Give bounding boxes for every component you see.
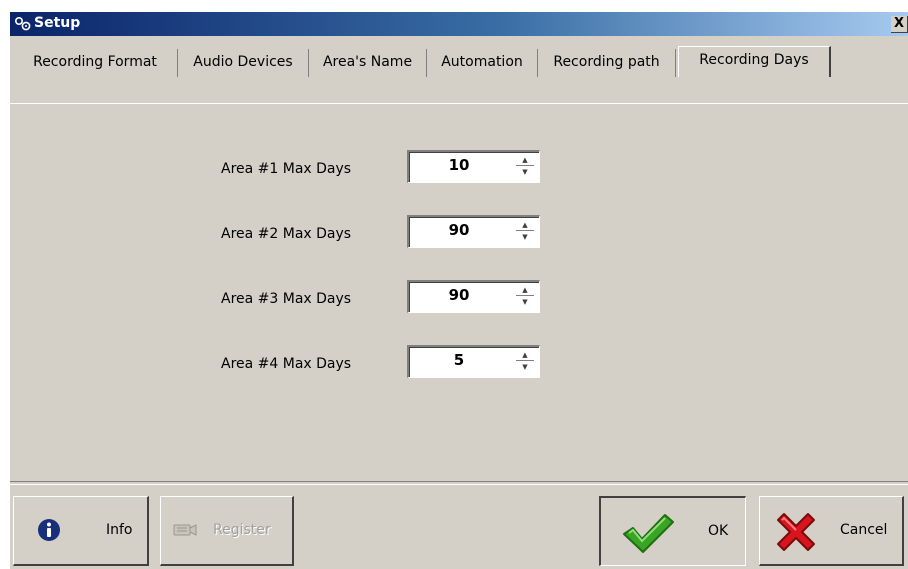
register-button-label: Register	[213, 522, 271, 538]
tab-audio-devices[interactable]: Audio Devices	[178, 49, 309, 77]
info-icon	[38, 519, 60, 541]
info-button[interactable]: Info	[13, 496, 149, 566]
ok-button-label: OK	[708, 523, 729, 539]
cross-icon	[777, 513, 815, 551]
area-1-max-days-spinner[interactable]: 10 ▲ ▼	[407, 150, 540, 183]
tab-areas-name[interactable]: Area's Name	[309, 49, 427, 77]
window-title: Setup	[34, 15, 81, 31]
tab-underline	[10, 103, 908, 104]
area-4-max-days-label: Area #4 Max Days	[221, 356, 352, 372]
title-bar[interactable]: Setup X	[10, 12, 908, 36]
cancel-button[interactable]: Cancel	[759, 496, 904, 566]
register-icon	[173, 524, 197, 536]
spinner-value[interactable]: 90	[409, 286, 509, 304]
spinner-buttons: ▲ ▼	[513, 219, 537, 243]
gears-icon	[14, 16, 31, 31]
spin-down-button[interactable]: ▼	[513, 231, 537, 243]
tab-strip: Recording Format Audio Devices Area's Na…	[10, 37, 908, 104]
spinner-buttons: ▲ ▼	[513, 284, 537, 308]
area-1-max-days-label: Area #1 Max Days	[221, 161, 352, 177]
info-button-label: Info	[106, 522, 133, 538]
cancel-button-label: Cancel	[840, 522, 888, 538]
area-2-max-days-spinner[interactable]: 90 ▲ ▼	[407, 215, 540, 248]
area-3-max-days-label: Area #3 Max Days	[221, 291, 352, 307]
spinner-value[interactable]: 90	[409, 221, 509, 239]
area-4-max-days-spinner[interactable]: 5 ▲ ▼	[407, 345, 540, 378]
bottom-separator	[10, 481, 908, 485]
spin-down-button[interactable]: ▼	[513, 361, 537, 373]
spinner-buttons: ▲ ▼	[513, 154, 537, 178]
tab-recording-path[interactable]: Recording path	[538, 49, 676, 77]
spinner-value[interactable]: 5	[409, 351, 509, 369]
area-2-max-days-label: Area #2 Max Days	[221, 226, 352, 242]
spinner-buttons: ▲ ▼	[513, 349, 537, 373]
spin-down-button[interactable]: ▼	[513, 166, 537, 178]
setup-window: Setup X Recording Format Audio Devices A…	[9, 12, 908, 569]
ok-button[interactable]: OK	[599, 496, 746, 566]
close-button[interactable]: X	[891, 16, 908, 33]
tab-automation[interactable]: Automation	[427, 49, 538, 77]
spin-down-button[interactable]: ▼	[513, 296, 537, 308]
register-button[interactable]: Register	[160, 496, 294, 566]
checkmark-icon	[623, 514, 674, 553]
tab-recording-days[interactable]: Recording Days	[678, 46, 831, 77]
spinner-value[interactable]: 10	[409, 156, 509, 174]
tab-recording-format[interactable]: Recording Format	[13, 49, 178, 77]
area-3-max-days-spinner[interactable]: 90 ▲ ▼	[407, 280, 540, 313]
